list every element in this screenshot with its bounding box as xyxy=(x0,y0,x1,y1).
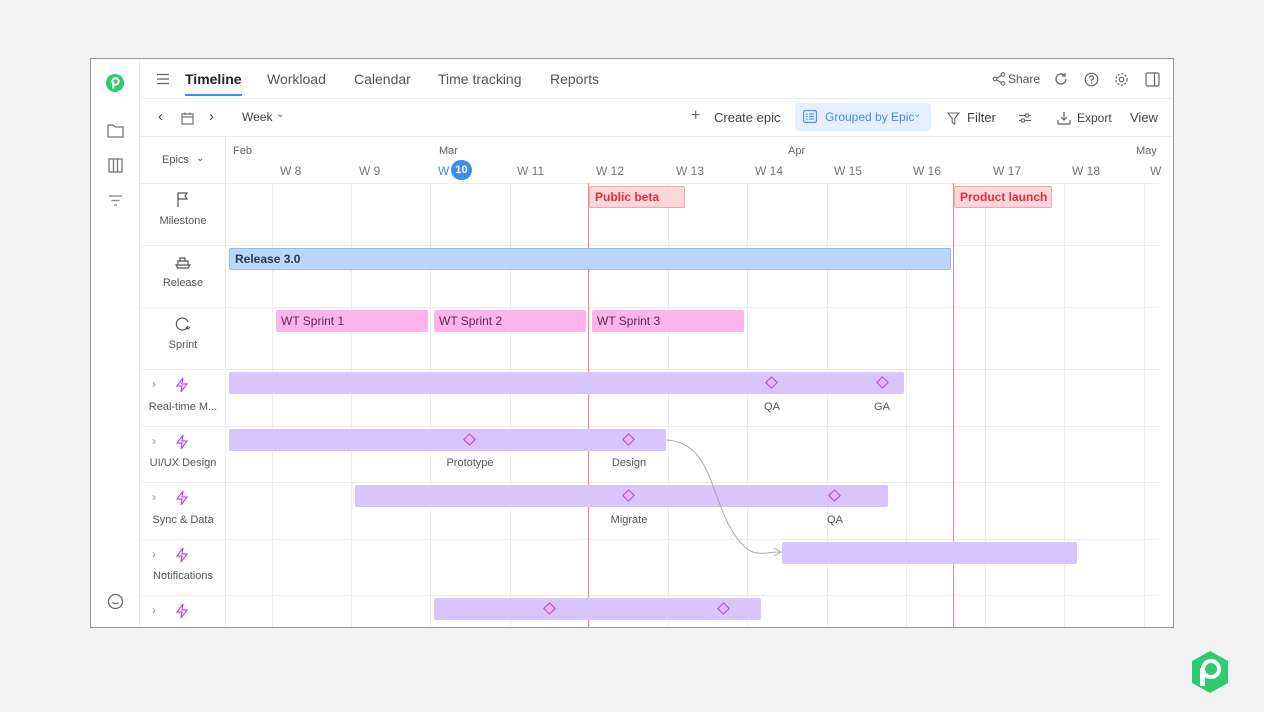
timeline-grid: Epics ⌄ Feb Mar Apr May W 8 W 9 W 10 W 1… xyxy=(140,137,1173,627)
view-button[interactable]: View xyxy=(1130,110,1158,125)
epic-milestone-label: GA xyxy=(874,401,890,413)
month-label: May xyxy=(1136,145,1157,157)
next-chevron-icon[interactable]: › xyxy=(209,108,214,125)
app-logo-icon[interactable] xyxy=(105,73,125,93)
range-select[interactable]: Week xyxy=(242,110,272,124)
create-epic-button[interactable]: Create epic xyxy=(714,110,780,125)
week-label-current: W xyxy=(438,164,450,178)
chat-icon[interactable] xyxy=(105,591,125,611)
row-label-milestone: Milestone xyxy=(159,215,207,227)
chevron-down-icon[interactable]: ⌄ xyxy=(196,153,204,164)
week-label: W xyxy=(1150,164,1162,178)
expand-chevron-icon[interactable]: › xyxy=(152,434,156,448)
ship-icon xyxy=(174,253,192,271)
lightning-icon xyxy=(174,377,192,395)
menu-icon[interactable] xyxy=(154,70,172,88)
epic-bar[interactable] xyxy=(434,598,761,620)
chevron-down-icon[interactable]: ⌄ xyxy=(276,109,284,120)
lightning-icon xyxy=(174,490,192,508)
sprint-bar[interactable]: WT Sprint 3 xyxy=(592,310,744,332)
share-icon[interactable] xyxy=(990,70,1008,88)
grouped-by-button[interactable]: Grouped by Epic ⌄ xyxy=(795,103,931,131)
week-label: W 18 xyxy=(1072,164,1101,178)
app-window: Timeline Workload Calendar Time tracking… xyxy=(90,58,1174,628)
tab-reports[interactable]: Reports xyxy=(550,71,599,87)
milestone-public-beta[interactable]: Public beta xyxy=(589,186,685,208)
release-bar[interactable]: Release 3.0 xyxy=(229,248,951,270)
list-group-icon xyxy=(803,110,817,128)
week-label: W 13 xyxy=(676,164,705,178)
epic-milestone-label: Prototype xyxy=(446,457,494,469)
epic-milestone-label: QA xyxy=(764,401,780,413)
month-label: Mar xyxy=(439,145,458,157)
epic-bar-realtime[interactable] xyxy=(229,372,904,394)
week-label: W 15 xyxy=(834,164,863,178)
timeline-toolbar: ‹ › Week ⌄ + Create epic Grouped by Epic… xyxy=(140,99,1173,137)
plus-icon[interactable]: + xyxy=(691,107,700,125)
settings-gear-icon[interactable] xyxy=(1112,70,1130,88)
week-label: W 12 xyxy=(596,164,625,178)
lightning-icon xyxy=(174,603,192,621)
week-label: W 11 xyxy=(517,164,545,178)
left-rail xyxy=(91,59,140,627)
tab-workload[interactable]: Workload xyxy=(267,71,326,87)
brand-logo-icon xyxy=(1186,648,1234,696)
board-icon[interactable] xyxy=(105,155,125,175)
epic-milestone-label: Migrate xyxy=(610,514,648,526)
epic-label[interactable]: Sync & Data xyxy=(140,514,226,526)
epic-bar-sync[interactable] xyxy=(355,485,888,507)
expand-chevron-icon[interactable]: › xyxy=(152,603,156,617)
calendar-icon[interactable] xyxy=(178,109,196,127)
sprint-bar[interactable]: WT Sprint 2 xyxy=(434,310,586,332)
refresh-icon[interactable] xyxy=(1052,70,1070,88)
week-label: W 9 xyxy=(359,164,381,178)
epic-milestone-label: QA xyxy=(827,514,843,526)
filter-lines-icon[interactable] xyxy=(105,190,125,210)
week-label: W 16 xyxy=(913,164,942,178)
download-icon[interactable] xyxy=(1055,109,1073,127)
sliders-icon[interactable] xyxy=(1016,109,1034,127)
epic-label[interactable]: Real-time M... xyxy=(140,401,226,413)
epic-bar-uiux[interactable] xyxy=(229,429,666,451)
lightning-icon xyxy=(174,547,192,565)
week-label: W 14 xyxy=(755,164,784,178)
month-label: Apr xyxy=(788,145,806,157)
chevron-down-icon: ⌄ xyxy=(913,109,922,120)
week-label: W 8 xyxy=(280,164,302,178)
epic-milestone-label: Design xyxy=(611,457,647,469)
epic-label[interactable]: UI/UX Design xyxy=(140,457,226,469)
folder-icon[interactable] xyxy=(105,120,125,140)
week-label: W 17 xyxy=(993,164,1022,178)
grouped-by-label: Grouped by Epic xyxy=(825,110,915,124)
help-icon[interactable] xyxy=(1082,70,1100,88)
top-nav: Timeline Workload Calendar Time tracking… xyxy=(140,59,1173,99)
filter-funnel-icon[interactable] xyxy=(944,109,962,127)
row-label-sprint: Sprint xyxy=(168,339,198,351)
epics-dropdown[interactable]: Epics xyxy=(162,154,189,166)
epic-bar-notifications[interactable] xyxy=(782,542,1077,564)
lightning-icon xyxy=(174,434,192,452)
share-button[interactable]: Share xyxy=(1008,72,1040,86)
current-week-badge: 10 xyxy=(451,160,472,180)
month-label: Feb xyxy=(233,145,252,157)
tab-calendar[interactable]: Calendar xyxy=(354,71,411,87)
epic-label[interactable]: Notifications xyxy=(140,570,226,582)
tab-timeline[interactable]: Timeline xyxy=(185,71,242,96)
export-button[interactable]: Export xyxy=(1077,111,1112,125)
sprint-bar[interactable]: WT Sprint 1 xyxy=(276,310,428,332)
tab-time-tracking[interactable]: Time tracking xyxy=(438,71,522,87)
prev-chevron-icon[interactable]: ‹ xyxy=(158,108,163,125)
expand-chevron-icon[interactable]: › xyxy=(152,547,156,561)
expand-chevron-icon[interactable]: › xyxy=(152,377,156,391)
side-panel-icon[interactable] xyxy=(1143,70,1161,88)
dependency-arrow[interactable] xyxy=(660,432,790,557)
milestone-product-launch[interactable]: Product launch xyxy=(954,186,1052,208)
sprint-cycle-icon xyxy=(174,315,192,333)
row-label-release: Release xyxy=(162,277,204,289)
expand-chevron-icon[interactable]: › xyxy=(152,490,156,504)
flag-icon xyxy=(174,191,192,209)
filter-button[interactable]: Filter xyxy=(967,110,996,125)
